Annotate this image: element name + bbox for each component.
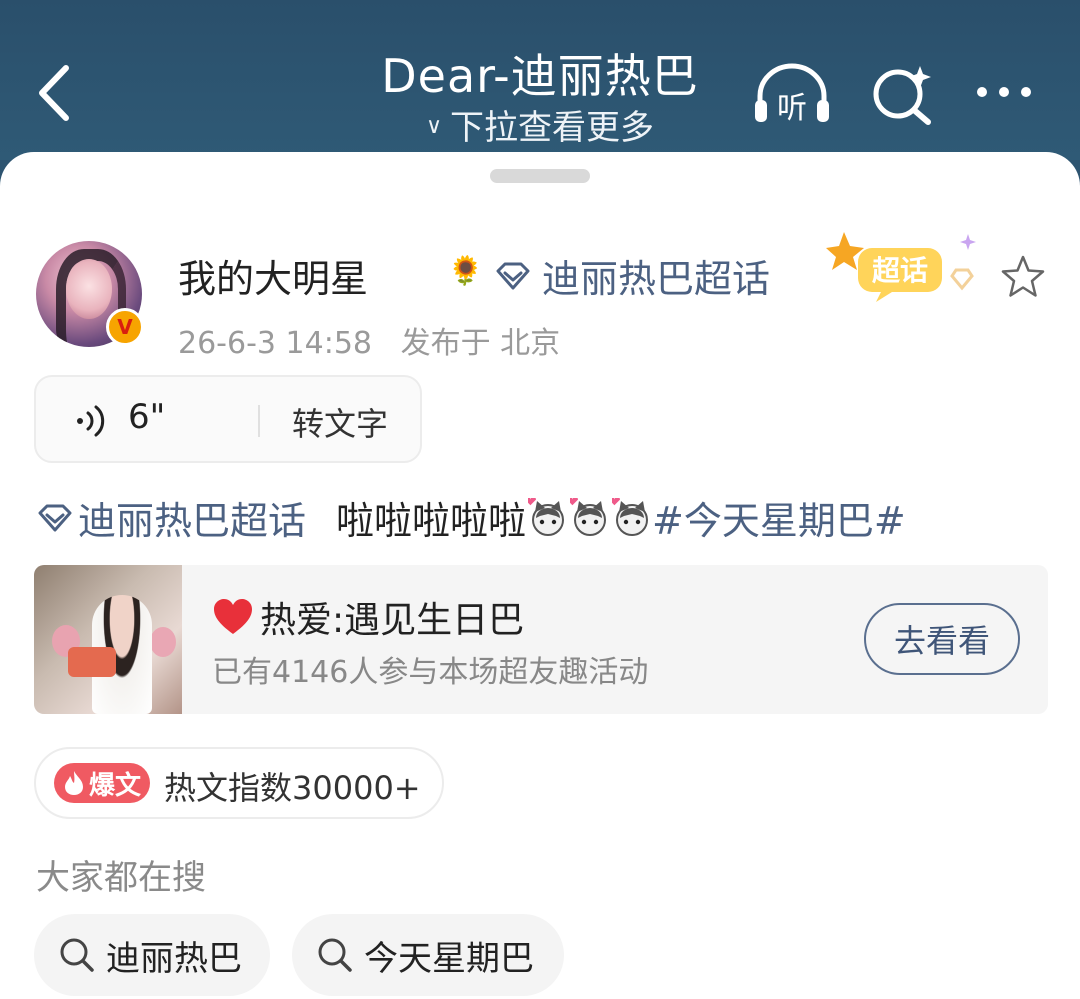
hot-index-text: 热文指数30000+ — [164, 769, 421, 807]
top-bar: Dear-迪丽热巴 ∨ 下拉查看更多 听 — [0, 0, 1080, 160]
activity-subtitle: 已有4146人参与本场超友趣活动 — [212, 655, 649, 690]
pull-down-label: 下拉查看更多 — [450, 108, 655, 148]
listen-label: 听 — [777, 91, 807, 126]
trending-search-label: 大家都在搜 — [36, 858, 206, 898]
search-chip-label: 今天星期巴 — [364, 938, 534, 979]
post-content: 迪丽热巴超话 啦啦啦啦啦 #今天星期巴# — [36, 490, 906, 545]
search-sparkle-icon — [873, 66, 931, 125]
hot-index-pill[interactable]: 爆文 热文指数30000+ — [34, 747, 444, 819]
body-topic-label: 迪丽热巴超话 — [78, 499, 307, 543]
username[interactable]: 我的大明星 — [178, 248, 368, 303]
voice-message[interactable]: 6" 转文字 — [34, 375, 422, 463]
cat-emoji-icon — [524, 496, 568, 538]
super-topic-badge[interactable]: 超话 — [822, 230, 992, 310]
drag-handle[interactable] — [490, 169, 590, 183]
more-dots-icon — [977, 87, 1031, 97]
topic-label: 迪丽热巴超话 — [542, 257, 771, 301]
audio-wave-icon — [77, 405, 105, 437]
activity-title: 热爱:遇见生日巴 — [212, 591, 524, 643]
search-chip-label: 迪丽热巴 — [106, 938, 242, 979]
headphones-icon: 听 — [755, 63, 829, 126]
star-icon — [1001, 255, 1045, 297]
post-time: 26-6-3 14:58 — [178, 326, 372, 361]
super-topic-icon: 超话 — [826, 232, 976, 302]
topic-link[interactable]: 迪丽热巴超话 — [494, 248, 770, 303]
hashtag-link[interactable]: #今天星期巴# — [652, 490, 906, 545]
activity-thumbnail — [34, 565, 182, 714]
post-text: 啦啦啦啦啦 — [336, 499, 527, 543]
sunflower-icon: 🌻 — [448, 254, 483, 287]
super-topic-label: 超话 — [872, 254, 928, 287]
chevron-down-icon: ∨ — [425, 114, 443, 139]
voice-duration: 6" — [128, 397, 166, 437]
heart-icon — [214, 599, 252, 634]
listen-button[interactable]: 听 — [752, 62, 832, 128]
diamond-icon — [496, 262, 530, 289]
post-card: V 我的大明星 🌻 迪丽热巴超话 超话 26-6-3 14:58 发布于 北京 — [0, 152, 1080, 999]
cat-emoji-icon — [566, 496, 610, 538]
verified-badge-icon: V — [106, 308, 144, 346]
post-location: 发布于 北京 — [400, 326, 561, 361]
search-chip[interactable]: 迪丽热巴 — [34, 914, 270, 996]
activity-card[interactable]: 热爱:遇见生日巴 已有4146人参与本场超友趣活动 去看看 — [34, 565, 1048, 714]
more-button[interactable] — [972, 72, 1036, 112]
search-chip[interactable]: 今天星期巴 — [292, 914, 564, 996]
post-meta: 26-6-3 14:58 发布于 北京 — [178, 318, 560, 362]
cat-emoji-icon — [608, 496, 652, 538]
flame-icon — [64, 771, 83, 795]
body-topic-link[interactable]: 迪丽热巴超话 — [36, 490, 306, 545]
convert-to-text-button[interactable]: 转文字 — [292, 399, 388, 445]
activity-title-label: 热爱:遇见生日巴 — [260, 600, 525, 641]
favorite-button[interactable] — [1000, 254, 1046, 300]
search-icon — [318, 938, 352, 972]
hot-badge: 爆文 — [54, 763, 150, 803]
search-icon — [60, 938, 94, 972]
diamond-icon — [38, 504, 72, 531]
hot-badge-label: 爆文 — [88, 770, 141, 801]
divider — [258, 405, 260, 437]
go-see-button[interactable]: 去看看 — [864, 603, 1020, 675]
search-button[interactable] — [870, 60, 936, 126]
